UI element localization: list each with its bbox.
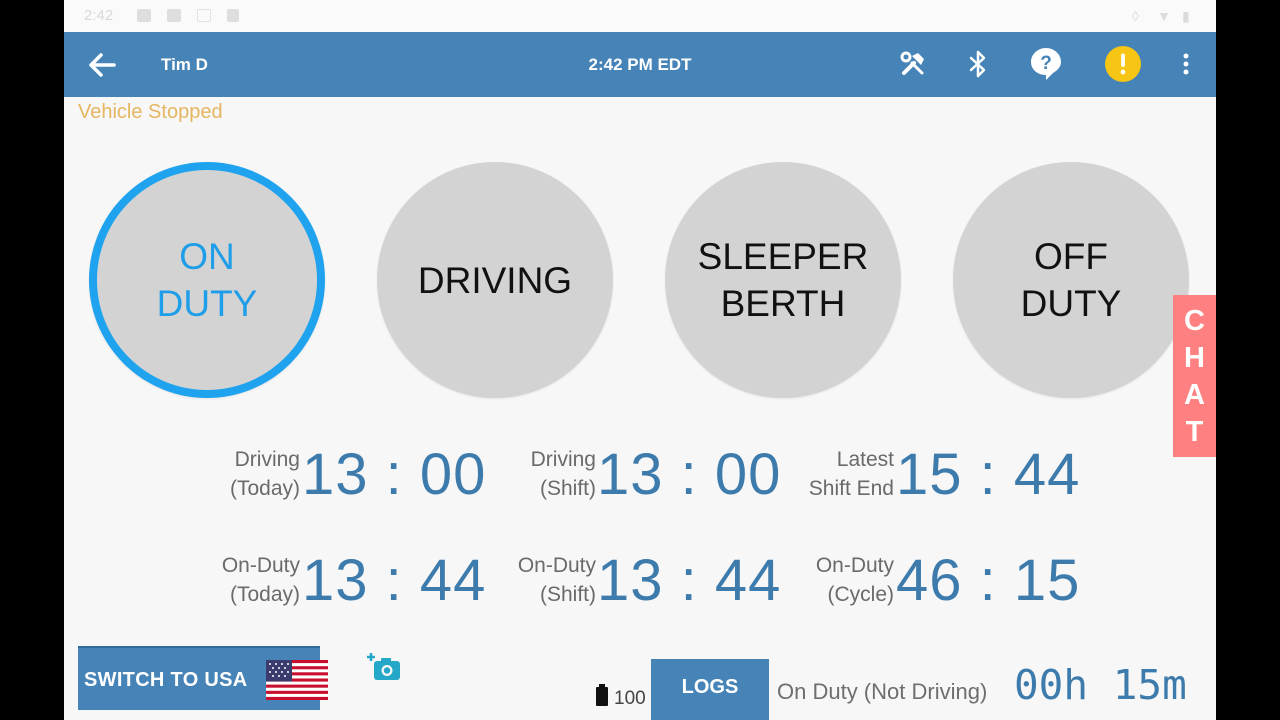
on-duty-today-label: On-Duty (Today) [184, 551, 300, 617]
on-duty-today-time: 13 : 44 [302, 548, 487, 613]
switch-label: SWITCH TO USA [84, 669, 248, 691]
driving-line1: DRIVING [417, 259, 573, 301]
notification-icon [167, 9, 181, 22]
label-line: On-Duty [517, 554, 596, 577]
eld-app-screen: 2:42 ◊ ▼ ▮ Tim D 2:42 PM EDT ? Vehicle S… [64, 0, 1216, 720]
on-duty-line2: DUTY [156, 283, 258, 324]
logs-button[interactable]: LOGS [651, 659, 769, 720]
usa-flag-icon [266, 660, 328, 700]
driving-shift-label: Driving (Shift) [464, 445, 596, 511]
label-line: (Today) [229, 477, 300, 500]
chat-tab[interactable]: C H A T [1173, 295, 1216, 457]
svg-text:?: ? [1040, 53, 1052, 74]
current-status-text: On Duty (Not Driving) [777, 679, 988, 704]
wifi-icon: ▼ [1157, 8, 1171, 24]
label-line: (Cycle) [827, 583, 895, 606]
on-duty-shift-time: 13 : 44 [597, 548, 782, 613]
system-time: 2:42 [84, 7, 114, 24]
switch-to-usa-button[interactable]: SWITCH TO USA [78, 646, 328, 710]
label-line: On-Duty [815, 554, 894, 577]
on-duty-shift-label: On-Duty (Shift) [464, 551, 596, 617]
sleeper-line1: SLEEPER [697, 236, 869, 277]
driving-today-label: Driving (Today) [184, 445, 300, 511]
label-line: Latest [836, 448, 894, 471]
battery-percent: 100 [614, 688, 646, 709]
driving-shift-time: 13 : 00 [597, 442, 782, 507]
vehicle-status-text: Vehicle Stopped [78, 101, 223, 123]
notification-icon [227, 9, 239, 22]
sleeper-line2: BERTH [720, 283, 846, 324]
back-arrow-icon[interactable] [84, 47, 120, 83]
label-line: Driving [234, 448, 300, 471]
system-status-bar: 2:42 ◊ ▼ ▮ [64, 0, 1216, 32]
label-line: (Today) [229, 583, 300, 606]
current-status-timer: 00h 15m [1014, 661, 1187, 709]
driving-today-time: 13 : 00 [302, 442, 487, 507]
label-line: (Shift) [539, 477, 596, 500]
chat-letter: C [1184, 305, 1205, 337]
more-vert-icon[interactable] [1168, 46, 1204, 82]
vibrate-icon: ◊ [1132, 8, 1139, 24]
on-duty-button[interactable]: ON DUTY [89, 162, 325, 398]
chat-letter: H [1184, 342, 1205, 374]
label-line: (Shift) [539, 583, 596, 606]
label-line: Shift End [808, 477, 894, 500]
driver-name[interactable]: Tim D [161, 55, 208, 75]
notification-icon [197, 9, 211, 22]
app-header: Tim D 2:42 PM EDT ? [64, 32, 1216, 97]
latest-shift-end-time: 15 : 44 [896, 442, 1081, 507]
chat-letter: T [1185, 416, 1204, 448]
battery-status-icon: ▮ [1182, 8, 1190, 24]
on-duty-cycle-time: 46 : 15 [896, 548, 1081, 613]
sleeper-berth-button[interactable]: SLEEPER BERTH [665, 162, 901, 398]
alert-icon[interactable] [1105, 46, 1141, 82]
off-duty-line1: OFF [1034, 236, 1108, 277]
add-photo-icon[interactable] [367, 650, 403, 684]
label-line: On-Duty [221, 554, 300, 577]
off-duty-button[interactable]: OFF DUTY [953, 162, 1189, 398]
latest-shift-end-label: Latest Shift End [764, 445, 894, 511]
bluetooth-icon[interactable] [960, 46, 996, 82]
battery-icon [595, 684, 609, 706]
on-duty-cycle-label: On-Duty (Cycle) [764, 551, 894, 617]
tools-icon[interactable] [895, 46, 931, 82]
off-duty-line2: DUTY [1020, 283, 1122, 324]
help-icon[interactable]: ? [1028, 46, 1064, 82]
label-line: Driving [530, 448, 596, 471]
driving-button[interactable]: DRIVING [377, 162, 613, 398]
on-duty-line1: ON [179, 236, 235, 277]
chat-letter: A [1184, 379, 1205, 411]
notification-icon [137, 9, 151, 22]
